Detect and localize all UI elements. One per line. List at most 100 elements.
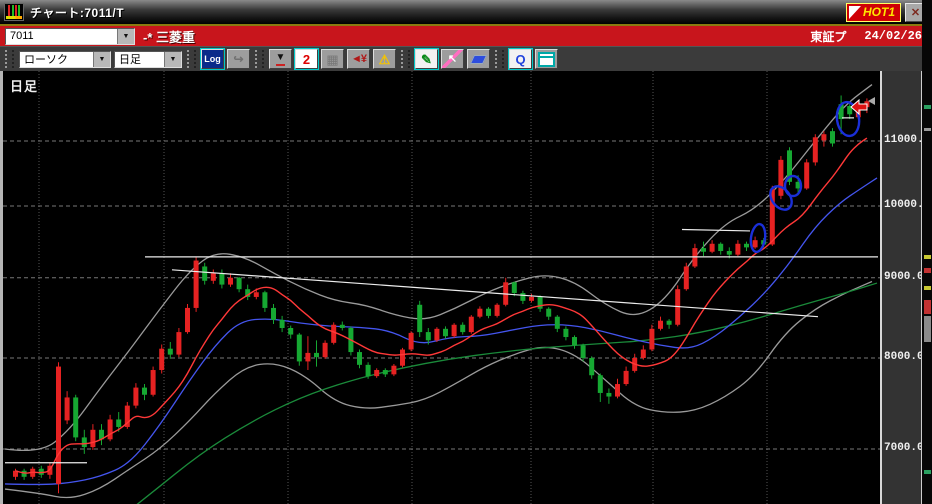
candle-body[interactable] [538, 297, 543, 309]
toolbar-grip[interactable] [5, 50, 14, 68]
candle-body[interactable] [469, 317, 474, 332]
candle-body[interactable] [572, 337, 577, 345]
price-drop-button[interactable]: ▼ [269, 49, 292, 69]
trendline-select-button[interactable]: ↖ [441, 49, 464, 69]
layout-button[interactable] [535, 49, 558, 69]
zoom-button[interactable]: Q [509, 49, 532, 69]
candle-body[interactable] [821, 134, 826, 140]
candle-body[interactable] [529, 297, 534, 301]
candle-body[interactable] [813, 137, 818, 162]
candle-body[interactable] [185, 308, 190, 332]
candle-body[interactable] [615, 384, 620, 397]
candle-body[interactable] [331, 325, 336, 343]
candle-body[interactable] [443, 329, 448, 336]
candle-body[interactable] [606, 393, 611, 397]
yen-convert-button[interactable]: ◄¥ [347, 49, 370, 69]
chevron-down-icon[interactable]: ▼ [164, 52, 181, 67]
hot1-button[interactable]: HOT1 [846, 3, 901, 22]
candle-body[interactable] [202, 266, 207, 280]
candle-body[interactable] [314, 353, 319, 357]
candle-body[interactable] [237, 278, 242, 289]
toolbar-grip[interactable] [187, 50, 196, 68]
candle-body[interactable] [624, 371, 629, 384]
candle-body[interactable] [288, 328, 293, 335]
candle-body[interactable] [477, 309, 482, 317]
candle-body[interactable] [280, 320, 285, 328]
toolbar-grip[interactable] [401, 50, 410, 68]
candle-body[interactable] [305, 353, 310, 362]
candle-body[interactable] [211, 273, 216, 281]
candle-body[interactable] [73, 397, 78, 437]
title-bar[interactable]: チャート:7011/T HOT1 ✕ [0, 0, 932, 24]
candle-body[interactable] [142, 388, 147, 395]
candle-body[interactable] [133, 388, 138, 406]
circled-2-button[interactable]: 2 [295, 49, 318, 69]
chevron-down-icon[interactable]: ▼ [117, 29, 134, 44]
candle-body[interactable] [778, 160, 783, 196]
candle-body[interactable] [297, 335, 302, 362]
toolbar-grip[interactable] [495, 50, 504, 68]
candle-body[interactable] [262, 292, 267, 308]
chart-type-select[interactable]: ローソク ▼ [19, 51, 111, 68]
candle-body[interactable] [219, 273, 224, 284]
candle-body[interactable] [168, 349, 173, 355]
candle-body[interactable] [409, 333, 414, 350]
candle-body[interactable] [735, 244, 740, 255]
candle-body[interactable] [323, 343, 328, 357]
timeframe-select[interactable]: 日足 ▼ [114, 51, 182, 68]
candlestick-chart[interactable] [3, 71, 880, 504]
candle-body[interactable] [82, 437, 87, 447]
candle-body[interactable] [581, 345, 586, 358]
candle-body[interactable] [684, 266, 689, 289]
candle-body[interactable] [460, 325, 465, 332]
candle-body[interactable] [555, 317, 560, 329]
candle-body[interactable] [391, 366, 396, 375]
candle-body[interactable] [357, 352, 362, 365]
candle-body[interactable] [417, 305, 422, 332]
candle-body[interactable] [649, 329, 654, 350]
candle-body[interactable] [641, 350, 646, 358]
candle-body[interactable] [710, 244, 715, 252]
candle-body[interactable] [434, 329, 439, 341]
candle-body[interactable] [701, 248, 706, 252]
candle-body[interactable] [512, 282, 517, 293]
candle-body[interactable] [159, 349, 164, 370]
candle-body[interactable] [563, 329, 568, 337]
eraser-button[interactable] [467, 49, 490, 69]
symbol-code-select[interactable]: 7011 ▼ [5, 28, 135, 45]
candle-body[interactable] [589, 358, 594, 375]
alert-button[interactable]: ⚠ [373, 49, 396, 69]
candle-body[interactable] [598, 375, 603, 393]
candle-body[interactable] [56, 367, 61, 484]
candle-body[interactable] [667, 321, 672, 325]
candle-body[interactable] [228, 278, 233, 285]
candle-body[interactable] [366, 365, 371, 376]
candle-body[interactable] [546, 309, 551, 317]
candle-body[interactable] [804, 162, 809, 188]
candle-body[interactable] [374, 370, 379, 376]
candle-body[interactable] [254, 292, 259, 297]
candle-body[interactable] [383, 370, 388, 374]
candle-body[interactable] [65, 397, 70, 420]
candle-body[interactable] [271, 308, 276, 320]
candle-body[interactable] [520, 293, 525, 301]
log-scale-button[interactable]: Log [201, 49, 224, 69]
candle-body[interactable] [151, 370, 156, 395]
candle-body[interactable] [176, 332, 181, 355]
candle-body[interactable] [116, 419, 121, 426]
candle-body[interactable] [452, 325, 457, 336]
candle-body[interactable] [495, 305, 500, 316]
draw-pencil-button[interactable]: ✎ [415, 49, 438, 69]
candle-body[interactable] [400, 350, 405, 366]
candle-body[interactable] [744, 244, 749, 248]
candle-body[interactable] [340, 325, 345, 328]
candle-body[interactable] [658, 321, 663, 329]
candle-body[interactable] [830, 131, 835, 143]
price-axis[interactable]: 11000.010000.09000.08000.07000.0 [880, 71, 921, 504]
candle-body[interactable] [90, 430, 95, 447]
candle-body[interactable] [718, 244, 723, 251]
candle-body[interactable] [194, 261, 199, 308]
candle-body[interactable] [108, 419, 113, 439]
toolbar-grip[interactable] [255, 50, 264, 68]
chevron-down-icon[interactable]: ▼ [93, 52, 110, 67]
